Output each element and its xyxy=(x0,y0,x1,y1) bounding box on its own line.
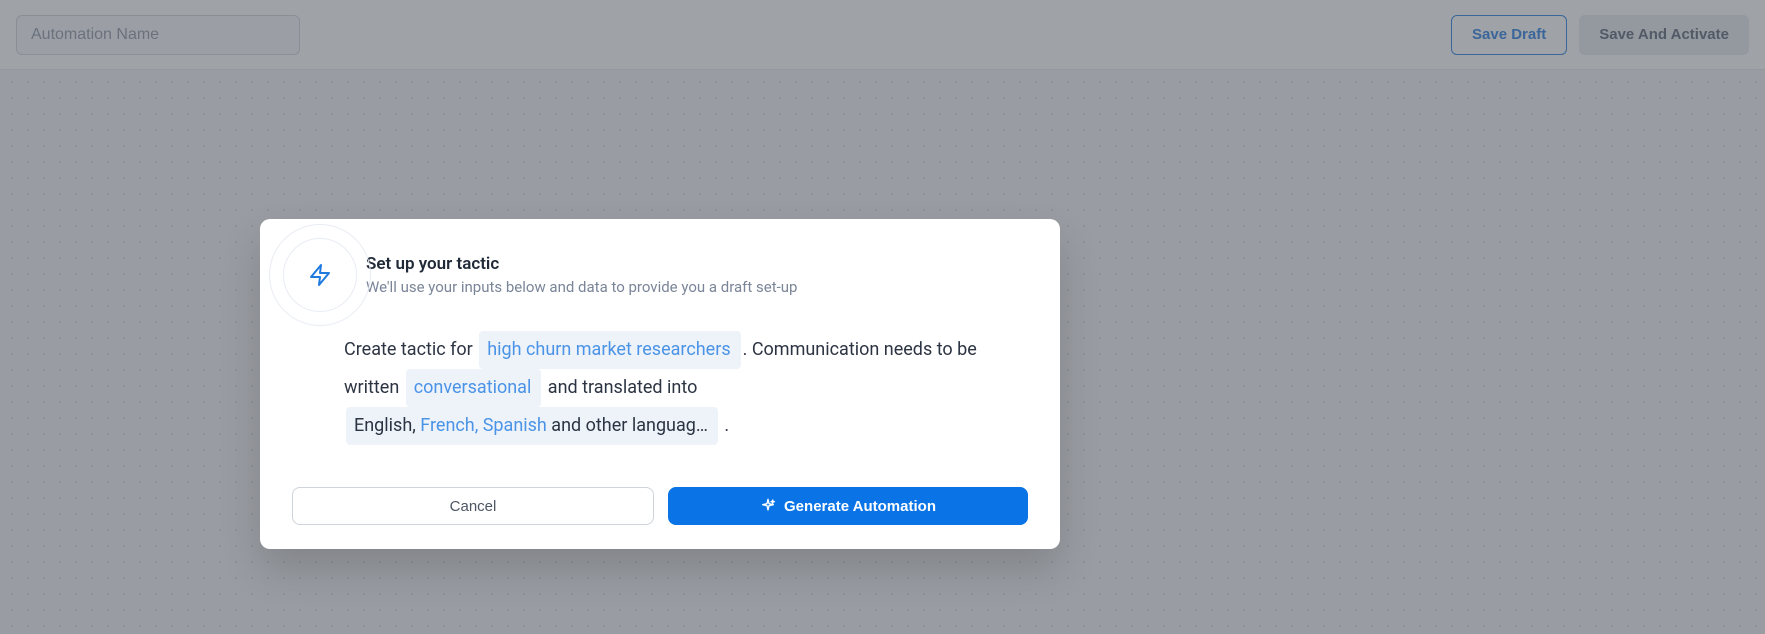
languages-chip[interactable]: English, French, Spanish and other langu… xyxy=(346,407,718,445)
languages-chip-suffix: and other languag… xyxy=(547,415,708,436)
generate-automation-label: Generate Automation xyxy=(784,498,936,515)
body-text-4: . xyxy=(720,415,729,436)
modal-header: Set up your tactic We'll use your inputs… xyxy=(292,247,1028,303)
languages-chip-prefix: English, xyxy=(354,415,420,436)
generate-automation-button[interactable]: Generate Automation xyxy=(668,487,1028,525)
lightning-icon xyxy=(308,263,332,287)
languages-chip-highlight: French, Spanish xyxy=(420,415,547,436)
modal-title: Set up your tactic xyxy=(366,254,797,274)
modal-footer: Cancel Generate Automation xyxy=(292,487,1028,525)
modal-icon-wrap xyxy=(292,247,348,303)
modal-body: Create tactic for high churn market rese… xyxy=(344,331,1028,445)
body-text-1: Create tactic for xyxy=(344,339,477,360)
modal-overlay[interactable]: Set up your tactic We'll use your inputs… xyxy=(0,0,1765,634)
audience-chip[interactable]: high churn market researchers xyxy=(479,331,740,369)
modal-title-block: Set up your tactic We'll use your inputs… xyxy=(366,254,797,296)
modal-subtitle: We'll use your inputs below and data to … xyxy=(366,278,797,296)
sparkle-icon xyxy=(760,498,776,514)
setup-tactic-modal: Set up your tactic We'll use your inputs… xyxy=(260,219,1060,549)
tone-chip[interactable]: conversational xyxy=(406,369,542,407)
cancel-button[interactable]: Cancel xyxy=(292,487,654,525)
body-text-3: and translated into xyxy=(543,377,697,398)
